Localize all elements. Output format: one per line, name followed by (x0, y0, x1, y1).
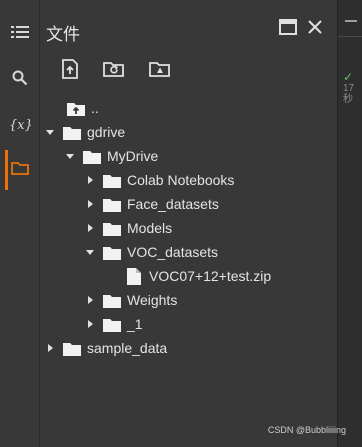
cell-execution-status: ✓ 17 秒 (343, 70, 361, 105)
tree-item-label: sample_data (87, 340, 168, 356)
panel-title: 文件 (46, 25, 80, 45)
tree-item-face-datasets[interactable]: Face_datasets (83, 192, 219, 216)
execution-unit: 秒 (343, 94, 353, 105)
tree-item-weights[interactable]: Weights (83, 288, 177, 312)
variables-button[interactable]: {x} (0, 106, 40, 142)
search-button[interactable] (0, 60, 40, 96)
table-of-contents-button[interactable] (0, 14, 40, 50)
tree-item-label: VOC07+12+test.zip (149, 268, 272, 284)
tree-item-voc-datasets[interactable]: VOC_datasets (83, 240, 218, 264)
files-button[interactable] (0, 150, 40, 190)
tree-item-label: _1 (127, 316, 143, 332)
upload-file-icon (62, 59, 78, 79)
list-icon (11, 26, 29, 38)
upload-button[interactable] (57, 58, 83, 80)
toolbar-divider (345, 20, 357, 22)
folder-icon (63, 123, 81, 141)
execution-duration: 17 (343, 83, 355, 94)
window-icon (279, 19, 297, 35)
caret-right-icon[interactable] (83, 173, 97, 187)
file-icon (125, 267, 143, 285)
tree-item-underscore-1[interactable]: _1 (83, 312, 143, 336)
caret-right-icon[interactable] (43, 341, 57, 355)
search-icon (12, 70, 28, 86)
caret-down-icon[interactable] (43, 125, 57, 139)
watermark: CSDN @Bubbliiiing (267, 425, 346, 435)
notebook-strip: ✓ 17 秒 (337, 0, 362, 447)
mount-drive-button[interactable] (147, 58, 173, 80)
tree-item-label: MyDrive (107, 148, 159, 164)
open-in-tab-button[interactable] (277, 16, 299, 38)
tree-item-parent[interactable]: .. (47, 96, 99, 120)
sidebar-rail: {x} (0, 0, 40, 447)
folder-icon (103, 195, 121, 213)
refresh-button[interactable] (101, 58, 127, 80)
caret-down-icon[interactable] (63, 149, 77, 163)
files-panel: 文件 .. gdrive MyDrive Colab Notebooks Fac… (41, 0, 337, 447)
tree-item-voc-zip[interactable]: VOC07+12+test.zip (105, 264, 271, 288)
tree-item-gdrive[interactable]: gdrive (43, 120, 125, 144)
tree-item-label: Models (127, 220, 173, 236)
folder-up-icon (67, 99, 85, 117)
caret-right-icon[interactable] (83, 197, 97, 211)
folder-outline-icon (11, 162, 29, 175)
close-icon (308, 20, 322, 34)
folder-icon (63, 339, 81, 357)
caret-down-icon[interactable] (83, 245, 97, 259)
tree-item-sample-data[interactable]: sample_data (43, 336, 167, 360)
folder-icon (103, 315, 121, 333)
folder-icon (103, 171, 121, 189)
tree-item-colab-notebooks[interactable]: Colab Notebooks (83, 168, 234, 192)
folder-icon (83, 147, 101, 165)
variables-icon: {x} (9, 118, 31, 132)
check-icon: ✓ (343, 70, 354, 84)
divider (338, 36, 362, 37)
folder-icon (103, 291, 121, 309)
folder-icon (103, 243, 121, 261)
folder-refresh-icon (103, 62, 124, 77)
tree-item-label: gdrive (87, 124, 126, 140)
tree-item-models[interactable]: Models (83, 216, 172, 240)
close-panel-button[interactable] (304, 16, 326, 38)
drive-folder-icon (149, 62, 170, 77)
tree-item-label: Colab Notebooks (127, 172, 235, 188)
svg-text:{x}: {x} (9, 118, 31, 132)
caret-right-icon[interactable] (83, 221, 97, 235)
folder-icon (103, 219, 121, 237)
tree-item-label: Weights (127, 292, 178, 308)
tree-item-label: .. (91, 100, 99, 116)
tree-item-label: Face_datasets (127, 196, 219, 212)
caret-right-icon[interactable] (83, 293, 97, 307)
tree-item-mydrive[interactable]: MyDrive (63, 144, 158, 168)
caret-right-icon[interactable] (83, 317, 97, 331)
tree-item-label: VOC_datasets (127, 244, 219, 260)
